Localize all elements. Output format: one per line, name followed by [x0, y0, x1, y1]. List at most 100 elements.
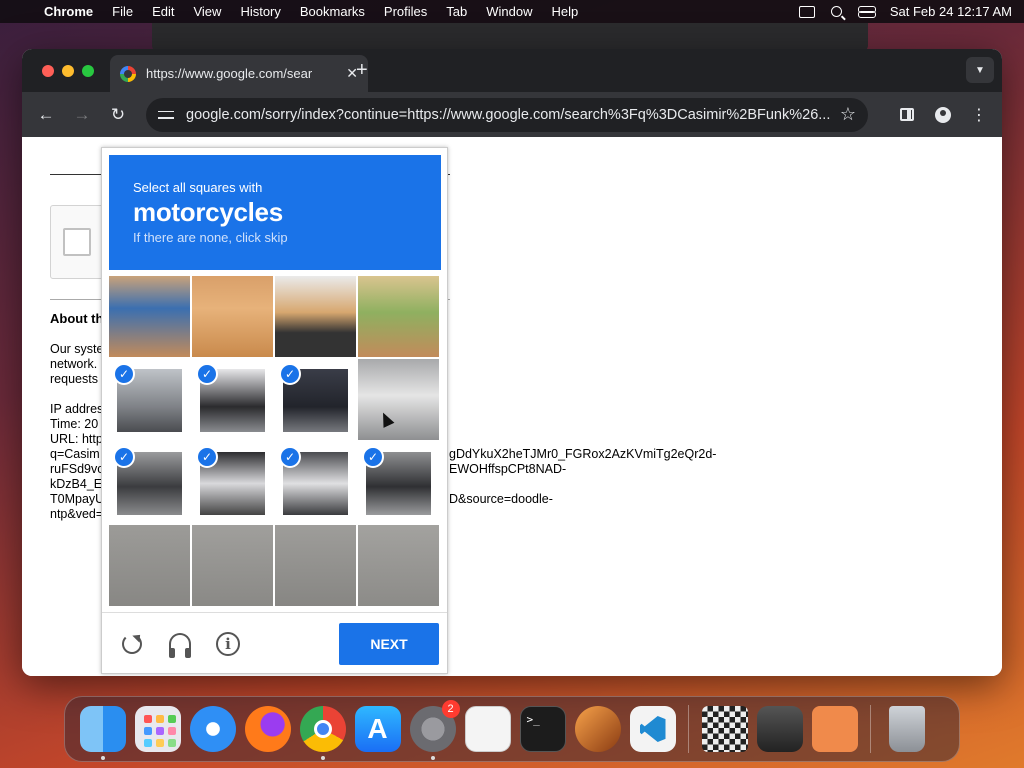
minimize-window-button[interactable] — [62, 64, 74, 77]
tab-title: https://www.google.com/sear — [146, 66, 313, 81]
dock-garageband[interactable] — [574, 706, 621, 752]
running-indicator — [100, 756, 105, 760]
captcha-tile[interactable] — [358, 359, 439, 440]
tab-search-button[interactable]: ▼ — [966, 57, 994, 83]
chrome-menu-button[interactable]: ⋮ — [968, 104, 990, 126]
menu-tab[interactable]: Tab — [446, 4, 467, 19]
captcha-challenge: Select all squares with motorcycles If t… — [101, 147, 448, 674]
checkmark-icon: ✓ — [113, 363, 135, 385]
dock-safari[interactable] — [189, 706, 236, 752]
dock-textedit[interactable] — [464, 706, 511, 752]
menu-profiles[interactable]: Profiles — [384, 4, 427, 19]
dock: A 2 >_ — [64, 696, 960, 762]
new-tab-button[interactable]: + — [356, 59, 368, 82]
site-info-icon[interactable] — [158, 109, 174, 121]
menu-edit[interactable]: Edit — [152, 4, 174, 19]
captcha-tile[interactable] — [358, 525, 439, 606]
screen-mirroring-icon[interactable] — [798, 5, 815, 18]
checkmark-icon: ✓ — [113, 446, 135, 468]
menu-bookmarks[interactable]: Bookmarks — [300, 4, 365, 19]
text-line: requests — [50, 372, 98, 386]
profile-button[interactable] — [932, 104, 954, 126]
captcha-tile-image — [192, 276, 273, 357]
captcha-tile[interactable] — [109, 525, 190, 606]
dock-finder[interactable] — [79, 706, 126, 760]
url-text[interactable]: google.com/sorry/index?continue=https://… — [186, 107, 832, 123]
menubar-clock[interactable]: Sat Feb 24 12:17 AM — [890, 4, 1012, 19]
captcha-tile-image — [275, 276, 356, 357]
dock-trash[interactable] — [889, 706, 925, 752]
captcha-tile[interactable] — [192, 276, 273, 357]
menu-app-name[interactable]: Chrome — [44, 4, 93, 19]
checkmark-icon: ✓ — [196, 363, 218, 385]
captcha-tile[interactable] — [192, 525, 273, 606]
spotlight-icon[interactable] — [830, 6, 842, 17]
captcha-tile[interactable] — [275, 276, 356, 357]
vscode-icon — [639, 716, 666, 742]
control-center-icon[interactable] — [857, 5, 876, 18]
captcha-prompt-target: motorcycles — [133, 197, 283, 227]
menu-view[interactable]: View — [193, 4, 221, 19]
captcha-tile-image — [358, 525, 439, 606]
captcha-prompt-small: Select all squares with — [133, 180, 263, 195]
address-bar[interactable]: google.com/sorry/index?continue=https://… — [146, 97, 868, 132]
captcha-tile[interactable] — [358, 276, 439, 357]
dock-chrome[interactable] — [299, 706, 346, 760]
dock-terminal[interactable]: >_ — [519, 706, 566, 752]
dock-chess[interactable] — [701, 706, 748, 752]
close-window-button[interactable] — [42, 64, 54, 77]
side-panel-button[interactable] — [896, 104, 918, 126]
reload-challenge-button[interactable] — [119, 631, 145, 657]
menu-window[interactable]: Window — [486, 4, 532, 19]
captcha-tile-image — [275, 525, 356, 606]
back-button[interactable]: ← — [34, 103, 58, 127]
captcha-tile[interactable]: ✓ — [275, 359, 356, 440]
menu-help[interactable]: Help — [552, 4, 579, 19]
captcha-tile-image — [358, 359, 439, 440]
running-indicator — [430, 756, 435, 760]
notification-badge: 2 — [441, 700, 460, 718]
captcha-prompt-hint: If there are none, click skip — [133, 230, 288, 245]
zoom-window-button[interactable] — [82, 64, 94, 77]
dock-vscode[interactable] — [629, 706, 676, 752]
captcha-tile[interactable]: ✓ — [275, 442, 356, 523]
forward-button[interactable]: → — [70, 103, 94, 127]
captcha-tile[interactable] — [275, 525, 356, 606]
checkmark-icon: ✓ — [196, 446, 218, 468]
text-line: ntp&ved= — [50, 507, 104, 521]
captcha-tile[interactable]: ✓ — [192, 442, 273, 523]
help-button[interactable]: i — [215, 631, 241, 657]
captcha-tile[interactable]: ✓ — [358, 442, 439, 523]
dock-photo-booth[interactable] — [756, 706, 803, 752]
dock-app-store[interactable]: A — [354, 706, 401, 752]
dock-launchpad[interactable] — [134, 706, 181, 752]
next-button[interactable]: NEXT — [339, 623, 439, 665]
captcha-tile[interactable]: ✓ — [192, 359, 273, 440]
reload-button[interactable]: ↻ — [106, 103, 130, 127]
menu-history[interactable]: History — [240, 4, 280, 19]
captcha-tile-image — [358, 276, 439, 357]
recaptcha-checkbox[interactable] — [63, 228, 91, 256]
text-line: URL: http — [50, 432, 103, 446]
dock-system-settings[interactable]: 2 — [409, 700, 460, 760]
dock-separator — [870, 705, 871, 753]
audio-challenge-button[interactable] — [167, 631, 193, 658]
captcha-tile[interactable]: ✓ — [109, 442, 190, 523]
reload-icon — [122, 634, 142, 654]
menubar-status: Sat Feb 24 12:17 AM — [798, 4, 1012, 19]
text-line: Our syste — [50, 342, 104, 356]
menu-file[interactable]: File — [112, 4, 133, 19]
captcha-tile[interactable]: ✓ — [109, 359, 190, 440]
browser-toolbar: ← → ↻ google.com/sorry/index?continue=ht… — [22, 92, 1002, 137]
bookmark-star-icon[interactable]: ☆ — [840, 104, 856, 125]
apple-icon[interactable] — [12, 5, 26, 19]
profile-icon — [935, 106, 951, 123]
captcha-tile[interactable] — [109, 276, 190, 357]
checkmark-icon: ✓ — [279, 363, 301, 385]
captcha-footer: i NEXT — [102, 612, 447, 674]
text-line-right: EWOHffspCPt8NAD- — [449, 462, 567, 476]
captcha-tile-image — [109, 525, 190, 606]
dock-preview[interactable] — [811, 706, 858, 752]
dock-firefox[interactable] — [244, 706, 291, 752]
active-tab[interactable]: https://www.google.com/sear ✕ — [110, 55, 368, 92]
